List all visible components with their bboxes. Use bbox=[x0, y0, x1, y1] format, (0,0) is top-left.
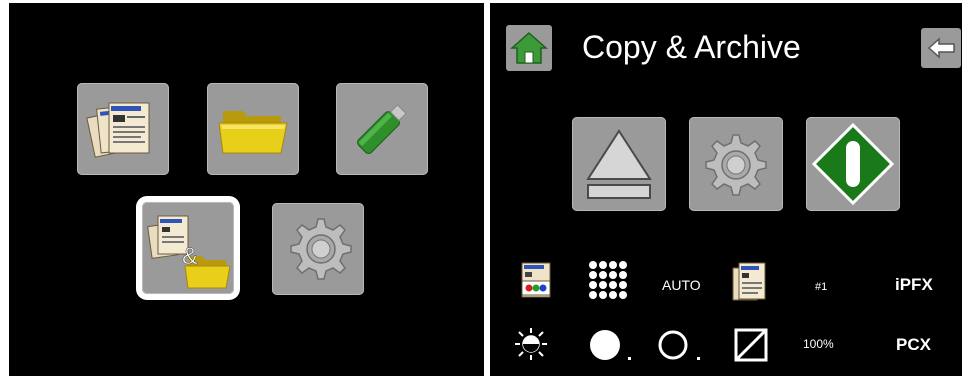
fill-separator-dot bbox=[628, 357, 631, 360]
resolution-grid-icon bbox=[589, 261, 627, 299]
back-arrow-icon bbox=[927, 37, 955, 59]
page-title: Copy & Archive bbox=[582, 29, 801, 65]
resolution-setting[interactable] bbox=[587, 259, 627, 299]
color-mode-icon bbox=[521, 262, 551, 298]
settings-tile[interactable] bbox=[272, 203, 364, 295]
back-button[interactable] bbox=[921, 28, 961, 68]
eject-button[interactable] bbox=[572, 117, 666, 211]
brightness-icon bbox=[515, 328, 547, 360]
format-label-row1[interactable]: iPFX bbox=[895, 275, 933, 295]
format-label-row2[interactable]: PCX bbox=[896, 335, 931, 355]
copy-documents-icon bbox=[86, 102, 150, 158]
settings-button[interactable] bbox=[689, 117, 783, 211]
original-setting[interactable] bbox=[731, 260, 769, 302]
start-icon bbox=[811, 122, 895, 206]
outline-separator-dot bbox=[697, 357, 700, 360]
main-menu-panel: & bbox=[9, 3, 484, 376]
contrast-icon bbox=[734, 328, 768, 362]
auto-label[interactable]: AUTO bbox=[662, 277, 701, 293]
usb-tile[interactable] bbox=[336, 83, 428, 175]
folder-tile[interactable] bbox=[207, 83, 299, 175]
home-button[interactable] bbox=[506, 25, 552, 71]
settings-gear-icon bbox=[705, 134, 767, 196]
fill-setting[interactable] bbox=[589, 329, 621, 361]
copy-and-archive-icon: & bbox=[147, 215, 231, 289]
folder-icon bbox=[218, 111, 288, 154]
brightness-setting[interactable] bbox=[514, 327, 548, 361]
solid-circle-icon bbox=[590, 330, 620, 360]
outline-circle-icon bbox=[658, 330, 688, 360]
settings-gear-icon bbox=[290, 218, 352, 280]
start-button[interactable] bbox=[806, 117, 900, 211]
color-mode-setting[interactable] bbox=[520, 261, 554, 301]
copies-label[interactable]: #1 bbox=[815, 281, 827, 293]
usb-drive-icon bbox=[356, 104, 407, 155]
original-document-icon bbox=[732, 262, 766, 301]
svg-text:&: & bbox=[182, 243, 198, 270]
home-icon bbox=[510, 31, 548, 64]
eject-icon bbox=[586, 129, 652, 199]
contrast-setting[interactable] bbox=[734, 328, 768, 362]
outline-setting[interactable] bbox=[657, 329, 689, 361]
copy-archive-tile[interactable]: & bbox=[142, 202, 234, 294]
copy-archive-screen: Copy & Archive AUTO #1 iPFX 100% PCX bbox=[490, 3, 962, 376]
zoom-label[interactable]: 100% bbox=[803, 337, 834, 351]
copy-tile[interactable] bbox=[77, 83, 169, 175]
